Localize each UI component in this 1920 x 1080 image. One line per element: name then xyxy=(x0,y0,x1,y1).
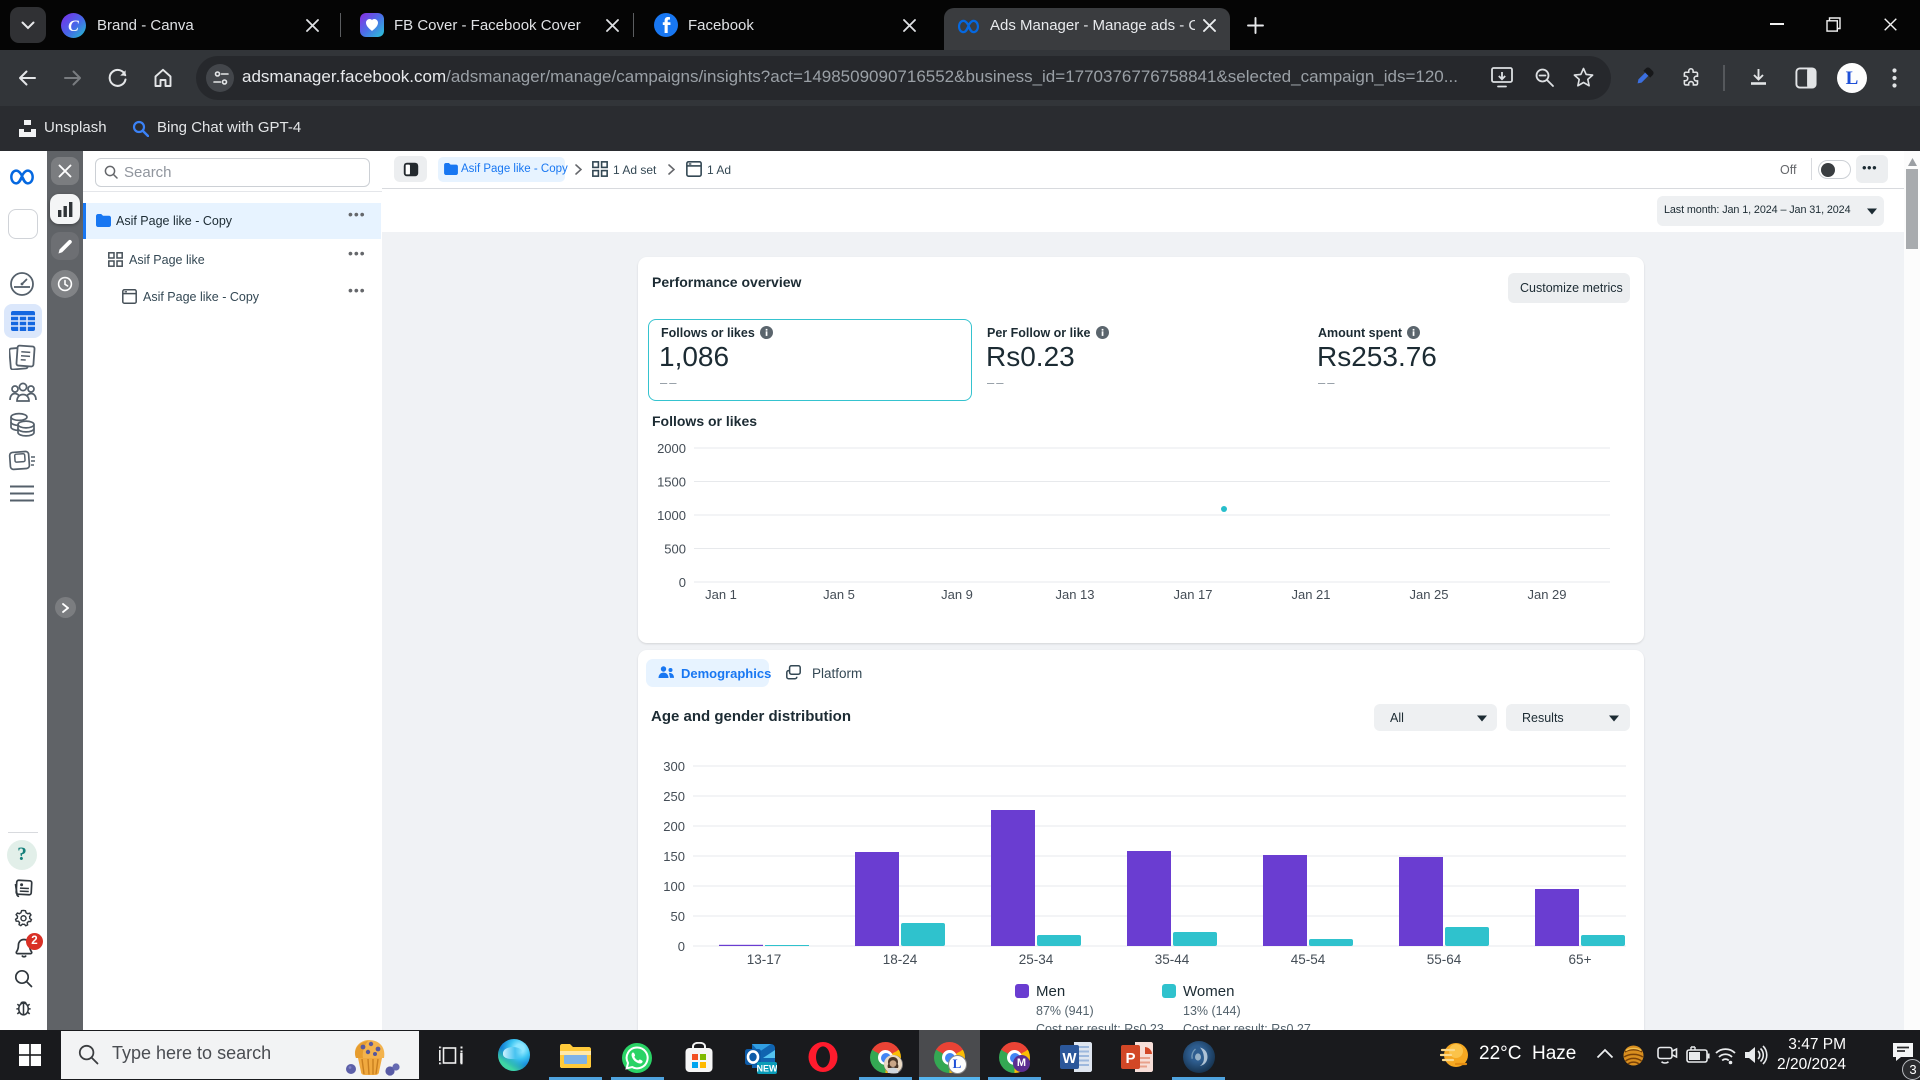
svg-text:100: 100 xyxy=(663,879,685,894)
svg-text:Jan 9: Jan 9 xyxy=(941,587,973,601)
svg-text:0: 0 xyxy=(678,939,685,954)
svg-text:50: 50 xyxy=(671,909,685,924)
svg-text:250: 250 xyxy=(663,789,685,804)
svg-text:2000: 2000 xyxy=(657,441,686,456)
svg-text:300: 300 xyxy=(663,759,685,774)
svg-text:Jan 5: Jan 5 xyxy=(823,587,855,601)
svg-text:65+: 65+ xyxy=(1569,952,1592,967)
svg-text:Jan 21: Jan 21 xyxy=(1291,587,1330,601)
svg-text:25-34: 25-34 xyxy=(1019,952,1054,967)
svg-text:18-24: 18-24 xyxy=(883,952,918,967)
svg-text:45-54: 45-54 xyxy=(1291,952,1326,967)
svg-text:P: P xyxy=(1125,1050,1135,1067)
svg-text:Jan 29: Jan 29 xyxy=(1527,587,1566,601)
svg-text:35-44: 35-44 xyxy=(1155,952,1190,967)
svg-text:150: 150 xyxy=(663,849,685,864)
svg-text:W: W xyxy=(1062,1050,1077,1067)
svg-text:Jan 1: Jan 1 xyxy=(705,587,737,601)
svg-text:1500: 1500 xyxy=(657,475,686,490)
svg-text:C: C xyxy=(68,18,79,35)
svg-text:1000: 1000 xyxy=(657,508,686,523)
svg-text:55-64: 55-64 xyxy=(1427,952,1462,967)
svg-text:Jan 13: Jan 13 xyxy=(1055,587,1094,601)
svg-text:500: 500 xyxy=(664,542,686,557)
svg-text:200: 200 xyxy=(663,819,685,834)
svg-text:13-17: 13-17 xyxy=(747,952,782,967)
svg-text:Jan 17: Jan 17 xyxy=(1173,587,1212,601)
svg-text:NEW: NEW xyxy=(757,1064,778,1074)
svg-text:Jan 25: Jan 25 xyxy=(1409,587,1448,601)
svg-text:0: 0 xyxy=(679,575,686,590)
